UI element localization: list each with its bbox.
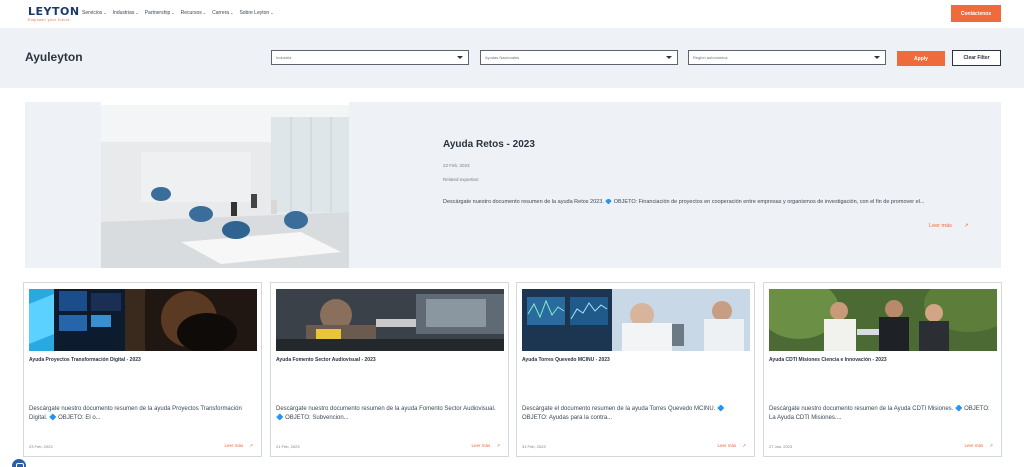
read-more-label: Leer más [224,443,244,448]
select-value: Ayudas Nacionales [485,55,520,60]
card-read-more-link[interactable]: Leer más ↗ [964,443,993,449]
read-more-label: Leer más [471,443,491,448]
menu-item-label: Partnership [144,10,171,16]
menu-item-partnership[interactable]: Partnership⌄ [145,10,175,16]
filter-bar: Ayuleyton Industria Ayudas Nacionales Re… [0,28,1024,88]
caret-down-icon [666,56,672,59]
card-read-more-link[interactable]: Leer más ↗ [224,443,253,449]
card-date: 23 Feb, 2023 [29,444,53,449]
logo-wordmark: LEYTON [28,5,80,18]
featured-office-image[interactable] [101,102,349,268]
apply-button[interactable]: Apply [897,51,945,66]
featured-date: 22 Feb, 2023 [443,163,470,168]
main-menu: Servicios⌄ Industrias⌄ Partnership⌄ Recu… [82,10,274,16]
article-card: Ayuda Fomento Sector Audiovisual - 2023 … [270,282,509,457]
featured-read-more-link[interactable]: Leer más ↗ [929,223,969,229]
article-card: Ayuda Torres Quevedo MCINU - 2023 Descár… [516,282,755,457]
article-card: Ayuda CDTI Misiones Ciencia e Innovación… [763,282,1002,457]
select-value: Región autonómica [693,55,728,60]
card-description: Descárgate nuestro documento resumen de … [29,406,242,421]
select-value: Industria [276,55,292,60]
card-title[interactable]: Ayuda Proyectos Transformación Digital -… [29,357,257,363]
chevron-down-icon: ⌄ [171,10,175,15]
read-more-label: Leer más [717,443,737,448]
card-description: Descárgate el documento resumen de la ay… [522,406,725,421]
arrow-up-right-icon: ↗ [742,443,746,448]
top-navigation: LEYTON Empower your future Servicios⌄ In… [0,0,1024,28]
article-card: Ayuda Proyectos Transformación Digital -… [23,282,262,457]
read-more-label: Leer más [929,223,952,229]
menu-item-label: Servicios [82,10,103,16]
clear-filter-button[interactable]: Clear Filter [952,50,1001,66]
industria-select[interactable]: Industria [271,50,469,65]
digital-transformation-image[interactable] [29,289,257,351]
chevron-down-icon: ⌄ [202,10,207,15]
arrow-up-right-icon: ↗ [963,223,969,229]
card-date: 31 Feb, 2023 [522,444,546,449]
card-title[interactable]: Ayuda Fomento Sector Audiovisual - 2023 [276,357,504,363]
caret-down-icon [457,56,463,59]
menu-item-sobre-leyton[interactable]: Sobre Leyton⌄ [239,10,273,16]
card-read-more-link[interactable]: Leer más ↗ [717,443,746,449]
logo-tagline: Empower your future [28,18,70,22]
caret-down-icon [874,56,880,59]
menu-item-label: Carrera [212,10,230,16]
menu-item-carrera[interactable]: Carrera⌄ [212,10,233,16]
audiovisual-image[interactable] [276,289,504,351]
chevron-down-icon: ⌄ [230,10,234,15]
card-title[interactable]: Ayuda CDTI Misiones Ciencia e Innovación… [769,357,997,363]
chevron-down-icon: ⌄ [135,10,139,15]
menu-item-recursos[interactable]: Recursos⌄ [181,10,206,16]
menu-item-label: Sobre Leyton [239,10,270,16]
ayudas-select[interactable]: Ayudas Nacionales [480,50,678,65]
chevron-down-icon: ⌄ [270,10,274,15]
region-select[interactable]: Región autonómica [688,50,886,65]
card-date: 27 Jan, 2023 [769,444,793,449]
card-read-more-link[interactable]: Leer más ↗ [471,443,500,449]
card-date: 21 Feb, 2023 [276,444,300,449]
menu-item-servicios[interactable]: Servicios⌄ [82,10,107,16]
contact-button[interactable]: Contáctenos [951,5,1001,22]
menu-item-label: Recursos [180,10,202,16]
arrow-up-right-icon: ↗ [249,443,253,448]
page-title: Ayuleyton [25,50,83,64]
arrow-up-right-icon: ↗ [496,443,500,448]
read-more-label: Leer más [964,443,984,448]
card-description: Descárgate nuestro documento resumen de … [769,406,990,421]
arrow-up-right-icon: ↗ [989,443,993,448]
chevron-down-icon: ⌄ [103,10,107,15]
science-innovation-image[interactable] [769,289,997,351]
card-title[interactable]: Ayuda Torres Quevedo MCINU - 2023 [522,357,750,363]
menu-item-industrias[interactable]: Industrias⌄ [113,10,139,16]
featured-related-expertise: Related expertise: [443,177,480,182]
chat-widget-icon[interactable] [10,457,28,467]
menu-item-label: Industrias [112,10,135,16]
featured-title[interactable]: Ayuda Retos - 2023 [443,139,535,150]
card-description: Descárgate nuestro documento resumen de … [276,406,496,421]
laboratory-image[interactable] [522,289,750,351]
leyton-logo[interactable]: LEYTON Empower your future [28,6,80,22]
featured-description: Descárgate nuestro documento resumen de … [443,199,925,205]
featured-article: Ayuda Retos - 2023 22 Feb, 2023 Related … [25,102,1001,268]
